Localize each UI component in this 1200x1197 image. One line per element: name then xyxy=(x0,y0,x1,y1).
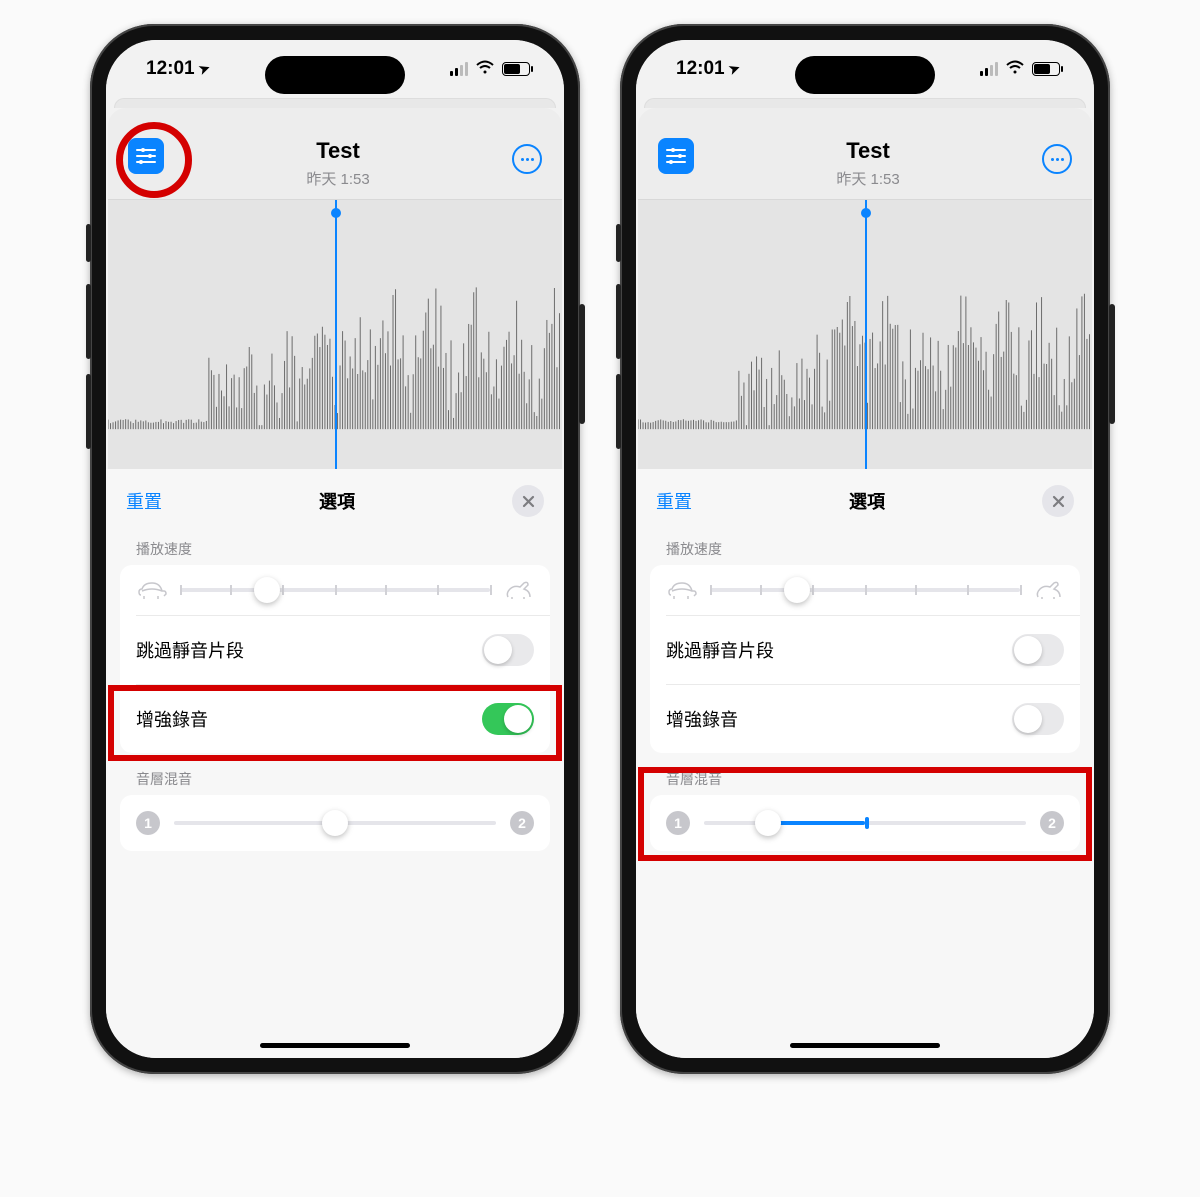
dynamic-island xyxy=(265,56,405,94)
close-icon xyxy=(1052,495,1065,508)
home-indicator[interactable] xyxy=(790,1043,940,1048)
skip-silence-row: 跳過靜音片段 xyxy=(650,616,1080,684)
location-arrow-icon: ➤ xyxy=(726,60,742,79)
speed-thumb[interactable] xyxy=(784,577,810,603)
memo-title: Test xyxy=(306,138,369,164)
waveform[interactable] xyxy=(638,199,1092,469)
skip-silence-row: 跳過靜音片段 xyxy=(120,616,550,684)
wifi-icon xyxy=(475,59,495,79)
mix-badge-2: 2 xyxy=(510,811,534,835)
sliders-icon xyxy=(666,147,686,165)
mix-badge-2: 2 xyxy=(1040,811,1064,835)
sheet-title: 選項 xyxy=(319,488,355,514)
side-button xyxy=(616,224,621,262)
home-indicator[interactable] xyxy=(260,1043,410,1048)
ellipsis-icon xyxy=(521,158,534,161)
rabbit-icon xyxy=(502,579,534,601)
waveform[interactable] xyxy=(108,199,562,469)
layer-mix-panel: 1 2 xyxy=(120,795,550,851)
background-stack: Test 昨天 1:53 xyxy=(106,98,564,469)
layer-mix-row: 1 2 xyxy=(120,795,550,851)
mix-thumb[interactable] xyxy=(755,810,781,836)
more-button[interactable] xyxy=(512,144,542,174)
memo-card: Test 昨天 1:53 xyxy=(638,108,1092,469)
dynamic-island xyxy=(795,56,935,94)
skip-silence-label: 跳過靜音片段 xyxy=(136,637,244,663)
speed-slider[interactable] xyxy=(710,588,1020,592)
skip-silence-label: 跳過靜音片段 xyxy=(666,637,774,663)
layer-mix-slider[interactable] xyxy=(704,821,1026,825)
phone-frame-left: 12:01 ➤ Test xyxy=(90,24,580,1074)
rabbit-icon xyxy=(1032,579,1064,601)
playback-options-button[interactable] xyxy=(128,138,164,174)
battery-icon xyxy=(502,62,530,76)
layer-mix-panel: 1 2 xyxy=(650,795,1080,851)
sheet-title: 選項 xyxy=(849,488,885,514)
screen: 12:01 ➤ Test xyxy=(106,40,564,1058)
mix-thumb[interactable] xyxy=(322,810,348,836)
enhance-recording-toggle[interactable] xyxy=(1012,703,1064,735)
memo-title: Test xyxy=(836,138,899,164)
background-stack: Test 昨天 1:53 xyxy=(636,98,1094,469)
speed-label: 播放速度 xyxy=(106,531,564,565)
layer-mix-label: 音層混音 xyxy=(636,761,1094,795)
speed-slider-row xyxy=(650,565,1080,615)
location-arrow-icon: ➤ xyxy=(196,60,212,79)
options-panel: 跳過靜音片段 增強錄音 xyxy=(650,565,1080,753)
more-button[interactable] xyxy=(1042,144,1072,174)
side-button xyxy=(86,374,91,449)
side-button xyxy=(616,374,621,449)
battery-icon xyxy=(1032,62,1060,76)
options-sheet: 重置 選項 播放速度 跳過靜音片段 xyxy=(106,469,564,1058)
speed-slider[interactable] xyxy=(180,588,490,592)
layer-mix-row: 1 2 xyxy=(650,795,1080,851)
speed-thumb[interactable] xyxy=(254,577,280,603)
sliders-icon xyxy=(136,147,156,165)
playback-options-button[interactable] xyxy=(658,138,694,174)
ellipsis-icon xyxy=(1051,158,1064,161)
memo-card: Test 昨天 1:53 xyxy=(108,108,562,469)
speed-slider-row xyxy=(120,565,550,615)
signal-icon xyxy=(450,62,468,76)
mix-badge-1: 1 xyxy=(136,811,160,835)
enhance-recording-label: 增強錄音 xyxy=(666,706,738,732)
status-time: 12:01 xyxy=(676,58,725,80)
enhance-recording-row: 增強錄音 xyxy=(650,685,1080,753)
mix-badge-1: 1 xyxy=(666,811,690,835)
side-button xyxy=(1109,304,1115,424)
close-button[interactable] xyxy=(512,485,544,517)
status-time: 12:01 xyxy=(146,58,195,80)
enhance-recording-label: 增強錄音 xyxy=(136,706,208,732)
memo-subtitle: 昨天 1:53 xyxy=(306,168,369,189)
reset-button[interactable]: 重置 xyxy=(126,488,162,514)
speed-label: 播放速度 xyxy=(636,531,1094,565)
side-button xyxy=(86,224,91,262)
side-button xyxy=(579,304,585,424)
enhance-recording-row: 增強錄音 xyxy=(120,685,550,753)
skip-silence-toggle[interactable] xyxy=(1012,634,1064,666)
phone-frame-right: 12:01 ➤ Test 昨天 1:53 xyxy=(620,24,1110,1074)
reset-button[interactable]: 重置 xyxy=(656,488,692,514)
options-sheet: 重置 選項 播放速度 跳過靜音片段 xyxy=(636,469,1094,1058)
playhead[interactable] xyxy=(335,200,337,469)
options-panel: 跳過靜音片段 增強錄音 xyxy=(120,565,550,753)
screen: 12:01 ➤ Test 昨天 1:53 xyxy=(636,40,1094,1058)
layer-mix-slider[interactable] xyxy=(174,821,496,825)
layer-mix-label: 音層混音 xyxy=(106,761,564,795)
close-icon xyxy=(522,495,535,508)
skip-silence-toggle[interactable] xyxy=(482,634,534,666)
close-button[interactable] xyxy=(1042,485,1074,517)
memo-subtitle: 昨天 1:53 xyxy=(836,168,899,189)
side-button xyxy=(616,284,621,359)
side-button xyxy=(86,284,91,359)
playhead[interactable] xyxy=(865,200,867,469)
tortoise-icon xyxy=(136,579,168,601)
wifi-icon xyxy=(1005,59,1025,79)
tortoise-icon xyxy=(666,579,698,601)
enhance-recording-toggle[interactable] xyxy=(482,703,534,735)
signal-icon xyxy=(980,62,998,76)
